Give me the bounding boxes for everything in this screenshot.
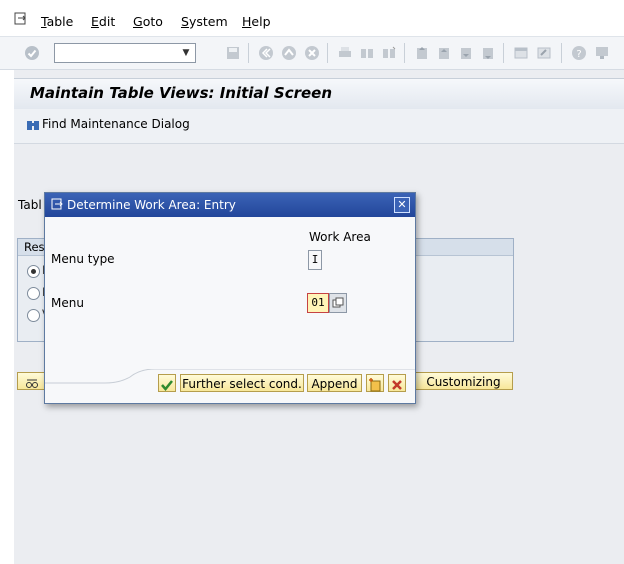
dialog-body: Work Area Menu type I Menu 01 Further se… bbox=[45, 217, 415, 403]
command-field[interactable]: ▼ bbox=[54, 43, 196, 63]
chevron-down-icon[interactable]: ▼ bbox=[179, 45, 193, 61]
toolbar-divider bbox=[248, 43, 249, 63]
dialog-title-bar: Determine Work Area: Entry ✕ bbox=[45, 193, 415, 217]
cancel-icon[interactable] bbox=[304, 45, 320, 61]
radio-no-restrictions[interactable] bbox=[27, 265, 40, 278]
menu-edit[interactable]: Edit bbox=[91, 14, 115, 29]
checkmark-icon bbox=[161, 379, 173, 391]
last-page-icon[interactable] bbox=[480, 45, 496, 61]
work-area-dialog: Determine Work Area: Entry ✕ Work Area M… bbox=[44, 192, 416, 404]
menu-goto[interactable]: Goto bbox=[133, 14, 163, 29]
previous-page-icon[interactable] bbox=[436, 45, 452, 61]
new-session-icon[interactable] bbox=[513, 45, 529, 61]
title-bar: Maintain Table Views: Initial Screen bbox=[14, 78, 624, 110]
application-toolbar: Find Maintenance Dialog bbox=[14, 109, 624, 144]
find-next-icon[interactable] bbox=[381, 45, 397, 61]
toolbar-divider bbox=[561, 43, 562, 63]
toolbar-divider bbox=[503, 43, 504, 63]
cancel-button[interactable] bbox=[388, 374, 406, 392]
work-area-column-header: Work Area bbox=[309, 230, 371, 244]
new-entries-button[interactable] bbox=[366, 374, 384, 392]
first-page-icon[interactable] bbox=[414, 45, 430, 61]
customize-layout-icon[interactable] bbox=[594, 45, 610, 61]
enter-icon[interactable] bbox=[24, 45, 40, 61]
radio-variant[interactable] bbox=[27, 309, 40, 322]
next-page-icon[interactable] bbox=[458, 45, 474, 61]
find-maintenance-dialog-button[interactable]: Find Maintenance Dialog bbox=[26, 117, 190, 135]
help-icon[interactable]: ? bbox=[571, 45, 587, 61]
exit-icon[interactable] bbox=[281, 45, 297, 61]
binoculars-icon bbox=[26, 118, 40, 132]
menu-system[interactable]: System bbox=[181, 14, 228, 29]
back-icon[interactable] bbox=[258, 45, 274, 61]
further-select-conditions-button[interactable]: Further select cond. bbox=[180, 374, 304, 392]
menu-input[interactable]: 01 bbox=[307, 293, 329, 313]
save-icon[interactable] bbox=[225, 45, 241, 61]
maintain-button[interactable] bbox=[17, 372, 47, 390]
find-maintenance-dialog-label: Find Maintenance Dialog bbox=[42, 117, 190, 131]
dialog-title: Determine Work Area: Entry bbox=[67, 198, 236, 212]
group-title: Res bbox=[24, 240, 45, 254]
menu-help[interactable]: Help bbox=[242, 14, 271, 29]
standard-toolbar: ▼ ? bbox=[0, 37, 624, 70]
menu-type-label: Menu type bbox=[51, 252, 115, 266]
dialog-menu-icon[interactable] bbox=[51, 198, 64, 211]
toolbar-divider bbox=[404, 43, 405, 63]
new-document-icon bbox=[369, 377, 381, 391]
customizing-button[interactable]: Customizing bbox=[414, 372, 513, 390]
append-button[interactable]: Append bbox=[307, 374, 362, 392]
menu-type-field[interactable]: I bbox=[308, 250, 322, 270]
shortcut-icon[interactable] bbox=[536, 45, 552, 61]
glasses-pencil-icon bbox=[26, 379, 38, 388]
find-icon[interactable] bbox=[359, 45, 375, 61]
close-icon[interactable]: ✕ bbox=[394, 197, 410, 213]
radio-enter-conditions[interactable] bbox=[27, 287, 40, 300]
menu-table[interactable]: Table bbox=[41, 14, 73, 29]
continue-button[interactable] bbox=[158, 374, 176, 392]
menu-icon[interactable] bbox=[14, 12, 28, 26]
table-view-label: Tabl bbox=[18, 198, 42, 212]
menu-label: Menu bbox=[51, 296, 84, 310]
value-help-icon[interactable] bbox=[329, 293, 347, 313]
svg-text:?: ? bbox=[576, 49, 581, 60]
print-icon[interactable] bbox=[337, 45, 353, 61]
menu-bar: Table Edit Goto System Help bbox=[0, 0, 624, 37]
toolbar-divider bbox=[327, 43, 328, 63]
cancel-x-icon bbox=[392, 379, 402, 390]
page-title: Maintain Table Views: Initial Screen bbox=[30, 84, 333, 102]
